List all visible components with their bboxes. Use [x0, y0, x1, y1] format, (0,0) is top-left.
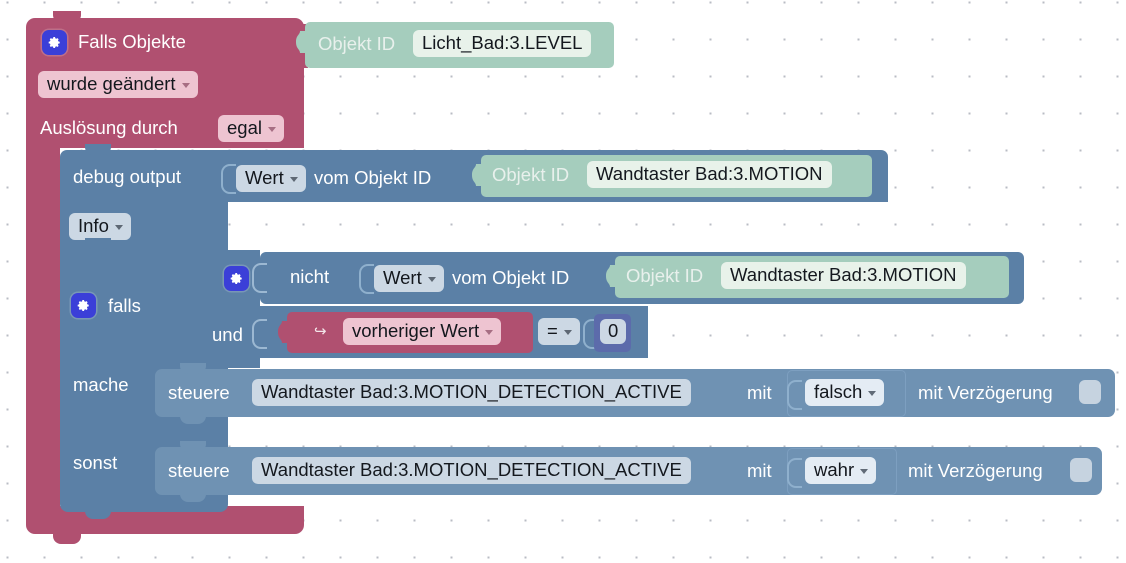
chevron-down-icon — [868, 391, 877, 396]
object-id-label: Objekt ID — [318, 33, 396, 54]
object-id-label: Objekt ID — [492, 164, 570, 185]
chevron-down-icon — [289, 177, 298, 182]
trigger-source-dropdown[interactable]: egal — [218, 115, 284, 142]
trigger-title: Falls Objekte — [78, 31, 186, 52]
trigger-condition-dropdown[interactable]: wurde geändert — [38, 71, 198, 98]
debug-object-id-block[interactable]: Objekt ID Wandtaster Bad:3.MOTION — [481, 155, 872, 197]
do-action-value-text: falsch — [814, 381, 863, 402]
chevron-down-icon — [563, 330, 572, 335]
condition-a-from-label: vom Objekt ID — [452, 267, 570, 288]
debug-from-label: vom Objekt ID — [314, 167, 432, 188]
chevron-down-icon — [114, 225, 123, 230]
return-arrow-icon: ↪ — [314, 323, 327, 340]
do-action-verb: steuere — [168, 382, 230, 403]
previous-value-text: vorheriger Wert — [352, 320, 480, 341]
chevron-down-icon — [485, 330, 494, 335]
chevron-down-icon — [860, 469, 869, 474]
debug-severity-dropdown[interactable]: Info — [69, 213, 131, 240]
trigger-block-top-notch — [53, 11, 81, 23]
trigger-block-bottom-notch — [53, 532, 81, 544]
else-action-value-socket — [787, 458, 802, 488]
conditional-do-label: mache — [73, 374, 129, 395]
do-action-delay-label: mit Verzögerung — [918, 382, 1053, 403]
else-action-delay-checkbox[interactable] — [1070, 458, 1092, 482]
gear-icon[interactable] — [42, 30, 67, 55]
object-id-field[interactable]: Wandtaster Bad:3.MOTION — [587, 161, 832, 188]
conditional-if-label: falls — [108, 295, 141, 316]
trigger-object-id-block[interactable]: Objekt ID Licht_Bad:3.LEVEL — [305, 22, 614, 68]
do-action-with-label: mit — [747, 382, 772, 403]
do-action-bottom-notch — [180, 414, 206, 424]
comparison-operator-text: = — [547, 320, 558, 341]
gear-icon[interactable] — [224, 266, 249, 291]
else-action-with-label: mit — [747, 460, 772, 481]
number-block[interactable]: 0 — [594, 314, 631, 352]
else-action-bottom-notch — [180, 492, 206, 502]
else-action-value-dropdown[interactable]: wahr — [805, 457, 877, 484]
conditional-else-label: sonst — [73, 452, 118, 473]
trigger-condition-value: wurde geändert — [47, 73, 176, 94]
do-action-value-dropdown[interactable]: falsch — [805, 379, 885, 406]
debug-value-socket — [221, 164, 236, 194]
chevron-down-icon — [267, 127, 276, 132]
else-action-target-field[interactable]: Wandtaster Bad:3.MOTION_DETECTION_ACTIVE — [252, 457, 691, 484]
debug-severity-text: Info — [78, 215, 109, 236]
debug-value-dropdown[interactable]: Wert — [236, 165, 306, 192]
trigger-source-label: Auslösung durch — [40, 117, 178, 138]
condition-a-value-dropdown[interactable]: Wert — [374, 265, 444, 292]
condition-a-socket — [252, 263, 267, 293]
conditional-top-notch — [85, 238, 111, 249]
comparison-block[interactable]: ↪ vorheriger Wert — [287, 312, 533, 353]
debug-value-dropdown-text: Wert — [245, 167, 284, 188]
condition-a-value-socket — [359, 264, 374, 294]
number-field[interactable]: 0 — [600, 319, 627, 344]
condition-a-value-text: Wert — [383, 267, 422, 288]
else-action-value-text: wahr — [814, 459, 855, 480]
chevron-down-icon — [427, 277, 436, 282]
chevron-down-icon — [181, 83, 190, 88]
condition-a-object-id-block[interactable]: Objekt ID Wandtaster Bad:3.MOTION — [615, 256, 1009, 298]
do-action-value-socket — [787, 380, 802, 410]
object-id-label: Objekt ID — [626, 265, 704, 286]
trigger-source-value: egal — [227, 117, 262, 138]
trigger-block-left-spine — [26, 140, 60, 515]
blockly-workspace[interactable]: Falls Objekte Objekt ID Licht_Bad:3.LEVE… — [0, 0, 1126, 563]
conditional-and-label: und — [212, 324, 243, 345]
else-action-verb: steuere — [168, 460, 230, 481]
do-action-top-notch — [180, 363, 206, 374]
debug-output-label: debug output — [73, 166, 182, 187]
conditional-bottom-notch — [85, 508, 111, 519]
else-action-delay-label: mit Verzögerung — [908, 460, 1043, 481]
debug-output-top-notch — [85, 144, 111, 155]
comparison-operator-dropdown[interactable]: = — [538, 318, 580, 345]
previous-value-dropdown[interactable]: vorheriger Wert — [343, 318, 502, 345]
do-action-delay-checkbox[interactable] — [1079, 380, 1101, 404]
else-action-top-notch — [180, 441, 206, 452]
condition-not-label: nicht — [290, 266, 330, 287]
condition-b-socket — [252, 319, 267, 349]
do-action-target-field[interactable]: Wandtaster Bad:3.MOTION_DETECTION_ACTIVE — [252, 379, 691, 406]
gear-icon[interactable] — [71, 293, 96, 318]
object-id-field[interactable]: Wandtaster Bad:3.MOTION — [721, 262, 966, 289]
object-id-field[interactable]: Licht_Bad:3.LEVEL — [413, 30, 592, 57]
